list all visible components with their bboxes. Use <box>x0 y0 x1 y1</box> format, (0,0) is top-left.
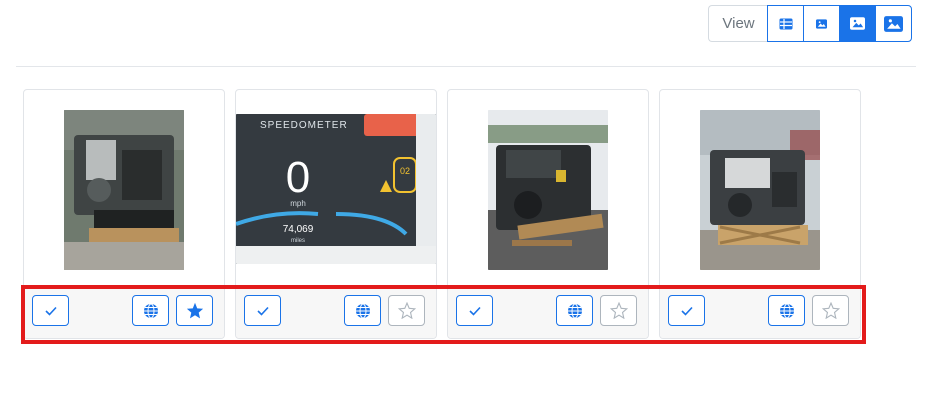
small-image-icon <box>816 18 827 29</box>
star-outline-icon <box>609 302 628 319</box>
publish-web-button[interactable] <box>344 295 381 326</box>
large-image-view-button[interactable] <box>875 5 912 42</box>
large-image-icon <box>884 15 903 32</box>
select-button[interactable] <box>32 295 69 326</box>
engine-photo[interactable] <box>488 110 608 270</box>
gear-indicator: 02 <box>400 166 410 176</box>
medium-image-view-button[interactable] <box>839 5 876 42</box>
view-label: View <box>708 5 768 42</box>
engine-photo[interactable] <box>700 110 820 270</box>
check-icon <box>256 306 269 316</box>
publish-web-button[interactable] <box>132 295 169 326</box>
star-outline-icon <box>397 302 416 319</box>
engine-photo[interactable] <box>64 110 184 270</box>
star-outline-icon <box>821 302 840 319</box>
speed-unit: mph <box>290 199 306 208</box>
card-actions <box>660 286 860 338</box>
image-icon <box>850 17 865 30</box>
header-divider <box>16 66 916 67</box>
featured-star-button[interactable] <box>812 295 849 326</box>
card-actions <box>24 286 224 338</box>
small-image-view-button[interactable] <box>803 5 840 42</box>
speed-value: 0 <box>286 153 310 202</box>
photo-card[interactable]: SPEEDOMETER 0 mph 74,069 miles 02 <box>235 89 437 339</box>
featured-star-button[interactable] <box>176 295 213 326</box>
table-view-button[interactable] <box>767 5 804 42</box>
featured-star-button[interactable] <box>388 295 425 326</box>
photo-card[interactable] <box>447 89 649 339</box>
view-toggle-group: View <box>708 5 912 42</box>
card-grid: SPEEDOMETER 0 mph 74,069 miles 02 <box>23 89 861 339</box>
table-icon <box>779 18 792 29</box>
select-button[interactable] <box>668 295 705 326</box>
photo-card[interactable] <box>659 89 861 339</box>
globe-icon <box>779 303 794 318</box>
speedometer-photo[interactable]: SPEEDOMETER 0 mph 74,069 miles 02 <box>236 114 436 264</box>
speedometer-title: SPEEDOMETER <box>260 120 348 131</box>
star-filled-icon <box>186 302 203 319</box>
select-button[interactable] <box>456 295 493 326</box>
featured-star-button[interactable] <box>600 295 637 326</box>
photo-card[interactable] <box>23 89 225 339</box>
globe-icon <box>567 303 582 318</box>
card-actions <box>236 286 436 338</box>
check-icon <box>468 306 481 316</box>
globe-icon <box>355 303 370 318</box>
globe-icon <box>143 303 158 318</box>
odometer-unit: miles <box>291 238 305 244</box>
card-actions <box>448 286 648 338</box>
publish-web-button[interactable] <box>556 295 593 326</box>
select-button[interactable] <box>244 295 281 326</box>
check-icon <box>680 306 693 316</box>
publish-web-button[interactable] <box>768 295 805 326</box>
check-icon <box>44 306 57 316</box>
gallery-page: View SPEEDOMETER 0 mph 74,069 miles 02 <box>0 0 932 410</box>
odometer-value: 74,069 <box>283 224 314 235</box>
